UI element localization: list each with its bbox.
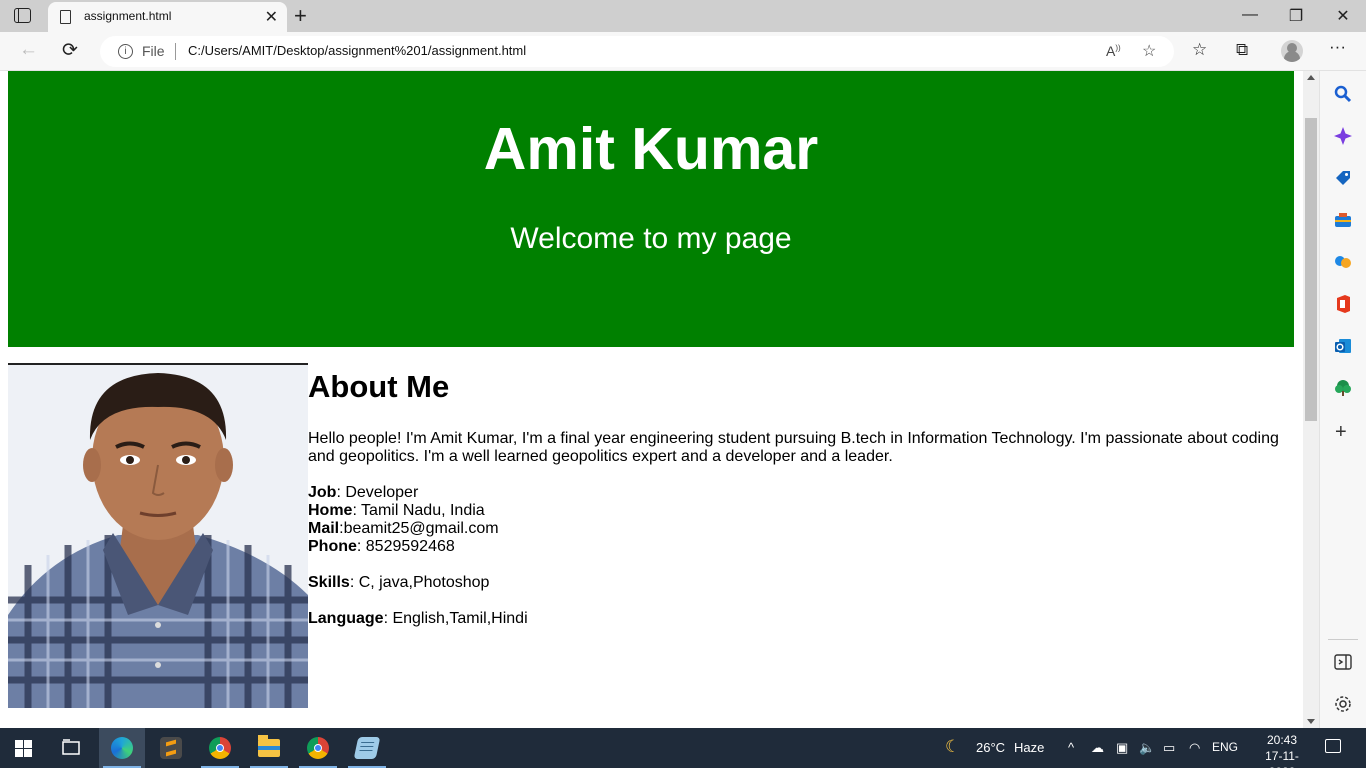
phone-label: Phone	[308, 538, 357, 555]
clock-date: 17-11-2022	[1265, 749, 1299, 779]
language-value: : English,Tamil,Hindi	[383, 610, 528, 627]
home-label: Home	[308, 502, 353, 519]
add-sidebar-app-button[interactable]: +	[1335, 421, 1347, 444]
notepad-taskbar-icon[interactable]	[344, 728, 390, 768]
edge-taskbar-icon[interactable]	[99, 728, 145, 768]
browser-tab[interactable]: assignment.html ✕	[48, 2, 287, 32]
document-icon	[60, 10, 71, 24]
weather-condition[interactable]: Haze	[1014, 740, 1044, 755]
browser-toolbar: ← ⟳ i File C:/Users/AMIT/Desktop/assignm…	[0, 32, 1366, 71]
file-explorer-taskbar-icon[interactable]	[246, 728, 292, 768]
scroll-down-arrow[interactable]	[1307, 719, 1315, 724]
read-aloud-icon[interactable]: A))	[1106, 43, 1121, 59]
phone-value: : 8529592468	[356, 538, 455, 555]
sublime-text-taskbar-icon[interactable]	[148, 728, 194, 768]
tab-close-button[interactable]: ✕	[265, 7, 278, 27]
scroll-up-arrow[interactable]	[1307, 75, 1315, 80]
intro-paragraph: Hello people! I'm Amit Kumar, I'm a fina…	[308, 430, 1279, 465]
job-line: Job: Developer	[308, 484, 1298, 502]
home-value: : Tamil Nadu, India	[352, 502, 485, 519]
divider	[175, 43, 176, 60]
hide-sidebar-icon[interactable]	[1334, 654, 1352, 675]
language-line: Language: English,Tamil,Hindi	[308, 610, 1298, 628]
collections-icon[interactable]: ⧉	[1236, 40, 1248, 60]
mail-label: Mail	[308, 520, 340, 537]
volume-icon[interactable]: 🔈	[1139, 740, 1155, 756]
cloud-offline-icon[interactable]: ☁	[1091, 740, 1104, 756]
notification-icon[interactable]	[1325, 739, 1341, 753]
mail-line: Mail:beamit25@gmail.com	[308, 520, 1298, 538]
skills-label: Skills	[308, 574, 350, 591]
outlook-icon[interactable]	[1333, 336, 1353, 356]
page-header: Amit Kumar Welcome to my page	[8, 71, 1294, 347]
shopping-tag-icon[interactable]	[1333, 168, 1353, 188]
system-clock[interactable]: 20:43 17-11-2022	[1262, 732, 1302, 780]
job-label: Job	[308, 484, 337, 501]
sidebar-divider	[1328, 639, 1358, 640]
battery-icon[interactable]: ▭	[1163, 740, 1175, 756]
games-icon[interactable]	[1333, 252, 1353, 272]
scrollbar-thumb[interactable]	[1305, 118, 1317, 421]
tab-actions-icon[interactable]	[14, 8, 31, 23]
office-icon[interactable]	[1333, 294, 1353, 314]
meet-now-icon[interactable]: ▣	[1116, 740, 1128, 756]
edge-sidebar: +	[1319, 71, 1366, 728]
windows-taskbar: ☾ 26°C Haze ^ ☁ ▣ 🔈 ▭ ◠ ENG 20:43 17-11-…	[0, 728, 1366, 779]
chrome-taskbar-icon[interactable]	[197, 728, 243, 768]
phone-line: Phone: 8529592468	[308, 538, 1298, 556]
minimize-button[interactable]: —	[1227, 6, 1273, 24]
reload-button[interactable]: ⟳	[62, 39, 78, 62]
windows-start-icon[interactable]	[15, 740, 32, 757]
about-heading: About Me	[308, 369, 450, 404]
restore-button[interactable]: ❐	[1273, 6, 1319, 26]
weather-temperature[interactable]: 26°C	[976, 740, 1005, 755]
task-view-icon[interactable]	[48, 728, 94, 768]
new-tab-button[interactable]: +	[294, 3, 307, 29]
address-bar[interactable]: i File C:/Users/AMIT/Desktop/assignment%…	[100, 36, 1174, 67]
vertical-scrollbar[interactable]	[1303, 71, 1319, 728]
search-icon[interactable]	[1333, 84, 1353, 104]
profile-photo	[8, 365, 308, 708]
profile-avatar[interactable]	[1281, 40, 1303, 62]
page-viewport: Amit Kumar Welcome to my page About Me H…	[0, 71, 1303, 728]
chrome-profile-taskbar-icon[interactable]	[295, 728, 341, 768]
tab-title: assignment.html	[84, 9, 172, 23]
wifi-icon[interactable]: ◠	[1189, 740, 1200, 756]
close-window-button[interactable]: ✕	[1320, 6, 1366, 26]
add-favorite-icon[interactable]: ☆	[1142, 41, 1156, 61]
about-section: About Me Hello people! I'm Amit Kumar, I…	[308, 365, 1298, 628]
language-indicator[interactable]: ENG	[1212, 740, 1238, 754]
mail-value: :beamit25@gmail.com	[339, 520, 499, 537]
job-value: : Developer	[336, 484, 419, 501]
home-line: Home: Tamil Nadu, India	[308, 502, 1298, 520]
show-hidden-icons-icon[interactable]: ^	[1068, 740, 1074, 755]
url-text[interactable]: C:/Users/AMIT/Desktop/assignment%201/ass…	[188, 43, 526, 58]
weather-icon[interactable]: ☾	[945, 737, 960, 757]
tools-icon[interactable]	[1333, 210, 1353, 230]
settings-gear-icon[interactable]	[1334, 695, 1352, 718]
clock-time: 20:43	[1266, 733, 1298, 747]
tree-icon[interactable]	[1333, 378, 1353, 398]
more-options-button[interactable]: ···	[1329, 37, 1346, 57]
portrait-illustration	[8, 365, 308, 708]
favorites-icon[interactable]: ☆	[1192, 40, 1207, 60]
back-button[interactable]: ←	[19, 39, 38, 61]
header-subtitle: Welcome to my page	[510, 222, 792, 255]
skills-line: Skills: C, java,Photoshop	[308, 574, 1298, 592]
language-label: Language	[308, 610, 384, 627]
info-icon[interactable]: i	[118, 44, 133, 59]
skills-value: : C, java,Photoshop	[349, 574, 490, 591]
header-title: Amit Kumar	[483, 116, 819, 182]
scheme-label: File	[142, 43, 165, 59]
copilot-icon[interactable]	[1333, 126, 1353, 146]
browser-title-bar: assignment.html ✕ + — ❐ ✕	[0, 0, 1366, 32]
